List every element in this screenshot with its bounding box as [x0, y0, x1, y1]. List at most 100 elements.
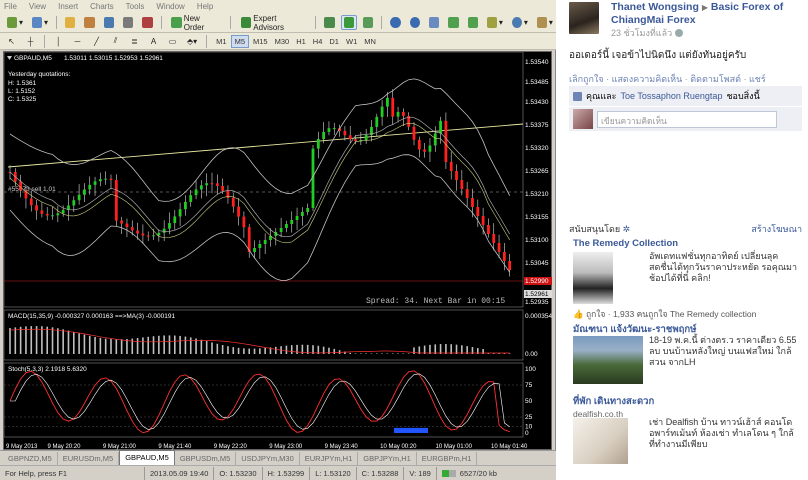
- status-high: H: 1.53299: [263, 466, 311, 480]
- create-ad-link[interactable]: สร้างโฆษณา: [751, 222, 802, 236]
- menu-window[interactable]: Window: [156, 2, 184, 11]
- timeframe-h1[interactable]: H1: [293, 35, 309, 48]
- zoom-out-button[interactable]: [407, 15, 423, 30]
- liker-name-link[interactable]: Toe Tossaphon Ruengtap: [621, 91, 723, 101]
- market-watch-icon: [64, 17, 76, 28]
- periods-button[interactable]: ▾: [509, 15, 531, 30]
- order-line-label: #55073 sell 1.01: [8, 186, 56, 193]
- horizontal-line-button[interactable]: ─: [70, 34, 85, 49]
- chart-tab[interactable]: GBPJPYm,H1: [358, 452, 417, 465]
- strategy-tester-button[interactable]: [139, 15, 155, 30]
- sponsored-heading: สนับสนุนโดย ✲: [569, 222, 630, 236]
- globe-icon: [675, 29, 684, 37]
- tester-icon: [142, 17, 153, 28]
- candle-body: [481, 216, 485, 225]
- menu-help[interactable]: Help: [197, 2, 213, 11]
- chart-tab[interactable]: GBPUSDm,M5: [175, 452, 237, 465]
- price-tick-label: 1.52935: [525, 299, 549, 306]
- comment-input[interactable]: เขียนความคิดเห็น: [597, 110, 777, 128]
- menu-view[interactable]: View: [29, 2, 46, 11]
- timeframe-m5[interactable]: M5: [230, 34, 250, 48]
- menu-charts[interactable]: Charts: [90, 2, 114, 11]
- ad-like-text[interactable]: ถูกใจ · 1,933 คนถูกใจ The Remedy collect…: [586, 309, 756, 319]
- data-window-button[interactable]: [81, 15, 97, 30]
- candle-body: [29, 198, 33, 206]
- timeframe-h4[interactable]: H4: [310, 35, 326, 48]
- crosshair-button[interactable]: ┼: [23, 34, 38, 49]
- menu-file[interactable]: File: [4, 2, 17, 11]
- ads-settings-icon[interactable]: ✲: [623, 224, 631, 234]
- chart-shift-button[interactable]: [465, 15, 481, 30]
- arrows-button[interactable]: ⬘▾: [184, 34, 200, 49]
- autoscroll-button[interactable]: [445, 15, 461, 30]
- fibonacci-button[interactable]: ≣: [127, 34, 142, 49]
- unlike-link[interactable]: เลิกถูกใจ: [569, 74, 604, 84]
- author-name-link[interactable]: Thanet Wongsing: [611, 1, 699, 13]
- candle-body: [72, 200, 76, 206]
- navigator-button[interactable]: [101, 15, 117, 30]
- share-link[interactable]: แชร์: [749, 74, 766, 84]
- author-avatar[interactable]: [569, 2, 599, 34]
- ad-image[interactable]: [573, 418, 628, 464]
- cursor-button[interactable]: ↖: [4, 34, 19, 49]
- chart-tab[interactable]: EURJPYm,H1: [300, 452, 359, 465]
- timeframe-w1[interactable]: W1: [343, 35, 360, 48]
- text-button[interactable]: A: [146, 34, 161, 49]
- terminal-button[interactable]: [120, 15, 136, 30]
- menu-tools[interactable]: Tools: [126, 2, 145, 11]
- vertical-line-button[interactable]: │: [51, 34, 66, 49]
- candle-body: [40, 210, 44, 214]
- ad-image[interactable]: [573, 336, 643, 384]
- ad-title[interactable]: ที่พัก เดินทางสะดวก: [573, 394, 803, 409]
- chart-tab[interactable]: GBPAUD,M5: [119, 450, 175, 465]
- candle-body: [215, 183, 219, 186]
- separator-dot: ·: [606, 74, 610, 84]
- candle-body: [423, 149, 427, 152]
- timeframe-m15[interactable]: M15: [250, 35, 271, 48]
- candle-body: [221, 185, 225, 191]
- candle-body: [83, 189, 86, 195]
- line-chart-button[interactable]: [360, 15, 376, 30]
- chart-tab[interactable]: GBPNZD,M5: [3, 452, 58, 465]
- chart-tab[interactable]: EURUSDm,M5: [58, 452, 120, 465]
- expert-advisors-button[interactable]: Expert Advisors: [236, 14, 310, 32]
- new-order-label: New Order: [183, 13, 205, 32]
- bar-chart-button[interactable]: [321, 15, 337, 30]
- market-watch-button[interactable]: [62, 15, 78, 30]
- new-chart-button[interactable]: ▾: [4, 15, 26, 30]
- candle-body: [35, 205, 38, 211]
- ad-dealfish[interactable]: ที่พัก เดินทางสะดวก dealfish.co.th เช่า …: [573, 394, 803, 474]
- ad-image[interactable]: [573, 252, 613, 304]
- ad-mantana[interactable]: มัณฑนา แจ้งวัฒนะ-ราชพฤกษ์ 18-19 พ.ค.นี้ …: [573, 322, 803, 392]
- chart-tab[interactable]: USDJPYm,M30: [236, 452, 300, 465]
- templates-button[interactable]: ▾: [534, 15, 556, 30]
- menu-insert[interactable]: Insert: [58, 2, 78, 11]
- chart-window[interactable]: 1.53540 1.53485 1.53430 1.53375 1.53320 1.532…: [3, 51, 552, 450]
- candle-body: [130, 227, 134, 231]
- text-label-button[interactable]: ▭: [165, 34, 180, 49]
- candle-body: [194, 189, 198, 196]
- trendline-button[interactable]: ╱: [89, 34, 104, 49]
- chart-canvas[interactable]: 1.53540 1.53485 1.53430 1.53375 1.53320 1.532…: [4, 52, 553, 451]
- candlestick-button[interactable]: [340, 15, 358, 30]
- ad-title[interactable]: The Remedy Collection: [573, 238, 803, 249]
- post-time-link[interactable]: 23 ชั่วโมงที่แล้ว: [611, 26, 672, 40]
- timeframe-mn[interactable]: MN: [361, 35, 379, 48]
- follow-post-link[interactable]: ติดตามโพสต์: [690, 74, 741, 84]
- indicators-button[interactable]: ▾: [484, 15, 506, 30]
- tile-windows-button[interactable]: [426, 15, 442, 30]
- comment-link[interactable]: แสดงความคิดเห็น: [612, 74, 683, 84]
- post-header: Thanet Wongsing ▶ Basic Forex of ChiangM…: [611, 1, 806, 26]
- timeframe-d1[interactable]: D1: [326, 35, 342, 48]
- zoom-in-button[interactable]: [387, 15, 403, 30]
- profiles-button[interactable]: ▾: [29, 15, 51, 30]
- likes-suffix: ชอบสิ่งนี้: [726, 91, 760, 101]
- ad-remedy[interactable]: The Remedy Collection อัพเดทแฟชั่นทุกอาท…: [573, 238, 803, 319]
- timeframe-m1[interactable]: M1: [213, 35, 229, 48]
- equidistant-channel-button[interactable]: ⫽: [108, 34, 123, 49]
- timeframe-m30[interactable]: M30: [272, 35, 293, 48]
- candle-body: [327, 128, 331, 132]
- new-order-button[interactable]: New Order: [166, 13, 225, 32]
- candle-body: [104, 178, 108, 180]
- chart-tab[interactable]: EURGBPm,H1: [417, 452, 478, 465]
